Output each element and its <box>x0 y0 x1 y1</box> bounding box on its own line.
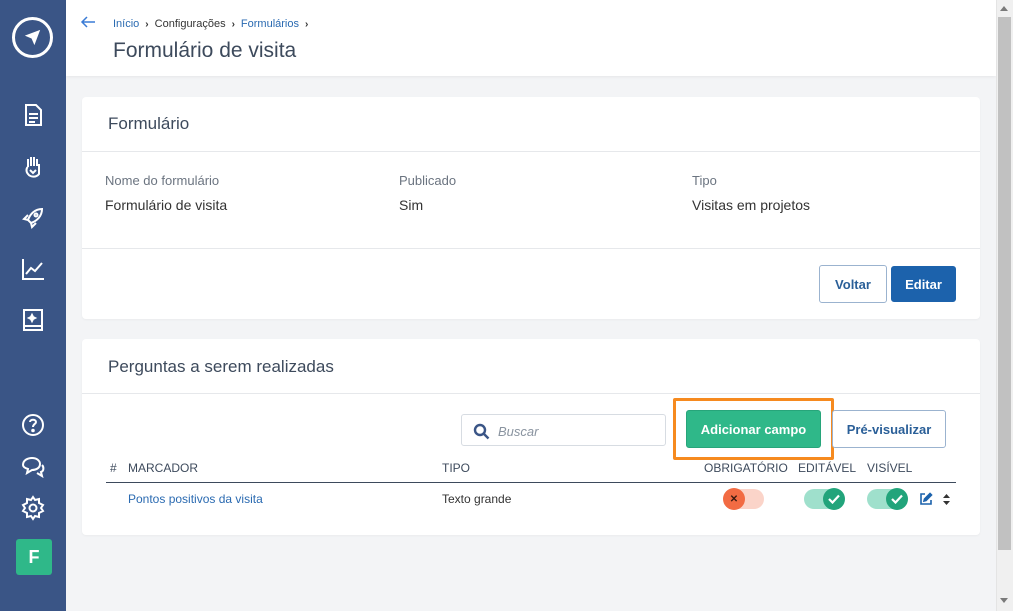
scroll-down-icon[interactable] <box>1000 598 1008 603</box>
breadcrumb-home[interactable]: Início <box>113 18 139 30</box>
avatar[interactable]: F <box>16 539 52 575</box>
edit-icon[interactable] <box>919 492 933 506</box>
chevron-right-icon: › <box>305 18 309 30</box>
form-name-value: Formulário de visita <box>105 197 228 213</box>
hand-icon[interactable] <box>20 154 46 180</box>
chevron-right-icon: › <box>231 18 235 30</box>
back-arrow-icon[interactable] <box>80 15 96 34</box>
column-header-marker[interactable]: MARCADOR <box>128 461 198 475</box>
column-header-editable[interactable]: EDITÁVEL <box>798 461 856 475</box>
column-header-index: # <box>110 461 117 475</box>
gear-icon[interactable] <box>20 495 46 521</box>
back-button[interactable]: Voltar <box>819 265 887 303</box>
book-icon[interactable] <box>20 307 46 333</box>
chart-icon[interactable] <box>20 256 46 282</box>
form-name-label: Nome do formulário <box>105 173 220 188</box>
breadcrumb: Início › Configurações › Formulários › <box>113 18 314 30</box>
questions-card-title: Perguntas a serem realizadas <box>108 357 334 376</box>
chat-icon[interactable] <box>20 453 46 479</box>
page-title: Formulário de visita <box>113 39 297 62</box>
published-value: Sim <box>399 197 424 213</box>
table-header-divider <box>106 482 956 483</box>
form-card: Formulário Nome do formulário Formulário… <box>82 97 980 319</box>
column-header-type[interactable]: TIPO <box>442 461 470 475</box>
divider <box>82 393 980 394</box>
sort-icon[interactable] <box>942 493 951 506</box>
required-toggle[interactable]: ✕ <box>723 488 764 510</box>
breadcrumb-forms[interactable]: Formulários <box>241 18 299 30</box>
preview-button[interactable]: Pré-visualizar <box>832 410 946 448</box>
visible-toggle[interactable] <box>867 488 908 510</box>
search-icon <box>473 423 490 440</box>
breadcrumb-settings[interactable]: Configurações <box>155 18 226 30</box>
divider <box>82 151 980 152</box>
search-field[interactable] <box>461 414 666 446</box>
row-marker-link[interactable]: Pontos positivos da visita <box>128 492 263 506</box>
divider <box>82 248 980 249</box>
column-header-visible[interactable]: VISÍVEL <box>867 461 912 475</box>
form-card-title: Formulário <box>108 114 190 133</box>
logo-icon[interactable] <box>12 17 53 58</box>
page-header: Início › Configurações › Formulários › F… <box>66 0 996 76</box>
edit-button[interactable]: Editar <box>891 266 956 302</box>
search-input[interactable] <box>498 421 658 441</box>
chevron-right-icon: › <box>145 18 149 30</box>
help-icon[interactable] <box>20 412 46 438</box>
scroll-up-icon[interactable] <box>1000 6 1008 11</box>
scrollbar-thumb[interactable] <box>998 17 1011 550</box>
row-type: Texto grande <box>442 492 512 506</box>
check-icon <box>886 488 908 510</box>
type-value: Visitas em projetos <box>692 197 811 213</box>
close-icon: ✕ <box>723 488 745 510</box>
sidebar: F <box>0 0 66 611</box>
document-icon[interactable] <box>20 102 46 128</box>
check-icon <box>823 488 845 510</box>
type-label: Tipo <box>692 173 717 188</box>
column-header-required[interactable]: OBRIGATÓRIO <box>704 461 788 475</box>
rocket-icon[interactable] <box>20 205 46 231</box>
editable-toggle[interactable] <box>804 488 845 510</box>
add-field-button[interactable]: Adicionar campo <box>686 410 821 448</box>
published-label: Publicado <box>399 173 457 188</box>
